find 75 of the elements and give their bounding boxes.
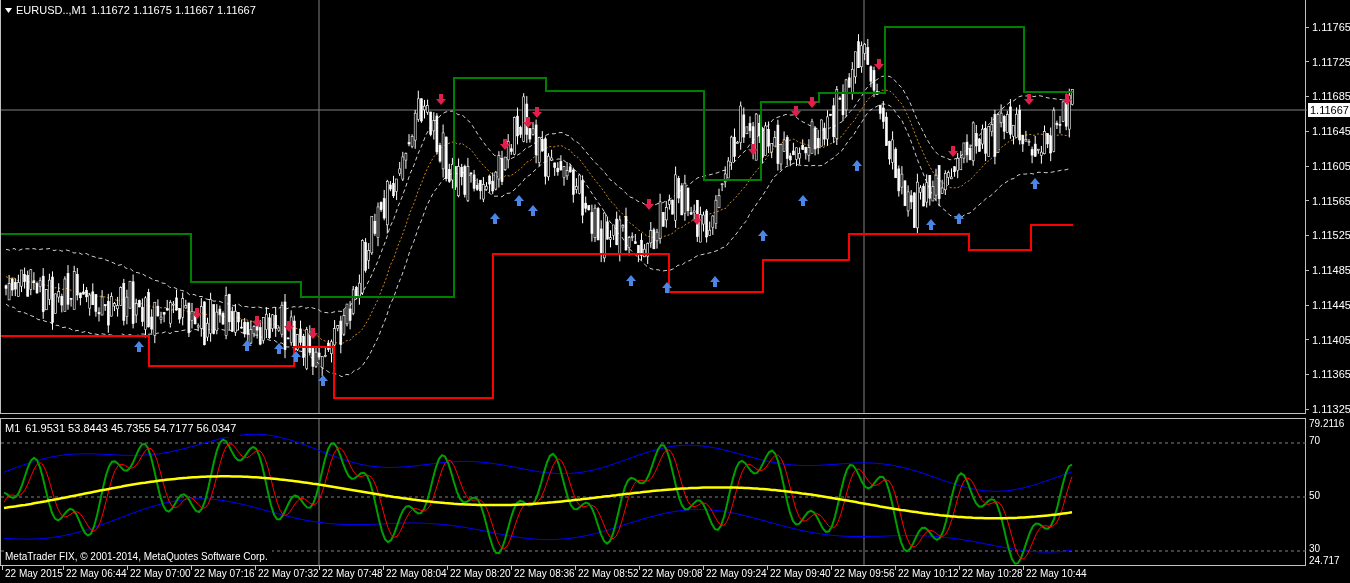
up-arrow-icon: [134, 341, 144, 352]
time-axis-label: 22 May 08:52: [578, 568, 639, 580]
time-axis-label: 22 May 09:24: [706, 568, 767, 580]
price-axis-label: 1.11445: [1312, 297, 1350, 313]
up-arrow-icon: [710, 276, 720, 287]
up-arrow-icon: [274, 343, 284, 354]
indicator-axis-label: 50: [1309, 490, 1321, 502]
time-axis-label: 22 May 10:12: [898, 568, 959, 580]
down-arrow-icon: [252, 316, 262, 327]
down-arrow-icon: [791, 106, 801, 117]
up-arrow-icon: [528, 205, 538, 216]
down-arrow-icon: [500, 139, 510, 150]
copyright-text: MetaTrader FIX, © 2001-2014, MetaQuotes Software Corp.: [5, 549, 272, 564]
time-axis-label: 22 May 08:20: [450, 568, 511, 580]
down-arrow-icon: [1062, 94, 1072, 105]
up-arrow-icon: [1030, 178, 1040, 189]
down-arrow-icon: [284, 321, 294, 332]
time-axis-label: 22 May 09:56: [834, 568, 895, 580]
up-arrow-icon: [318, 375, 328, 386]
time-axis-label: 22 May 10:44: [1026, 568, 1087, 580]
price-axis-label: 1.11525: [1312, 228, 1350, 244]
indicator-axis-label: 79.2116: [1309, 418, 1345, 430]
time-axis-label: 22 May 09:40: [770, 568, 831, 580]
up-arrow-icon: [662, 282, 672, 293]
down-arrow-icon: [948, 146, 958, 157]
price-axis-label: 1.11645: [1312, 124, 1350, 140]
time-axis-label: 22 May 2015: [5, 568, 63, 580]
time-axis-label: 22 May 06:44: [66, 568, 127, 580]
down-arrow-icon: [436, 94, 446, 105]
time-axis-label: 22 May 07:48: [322, 568, 383, 580]
price-axis-label: 1.11405: [1312, 332, 1350, 348]
down-arrow-icon: [874, 59, 884, 70]
time-axis-label: 22 May 07:00: [130, 568, 191, 580]
indicator-axis-label: 24.717: [1309, 555, 1340, 567]
dropdown-triangle-icon[interactable]: [5, 7, 12, 13]
price-axis-label: 1.11765: [1312, 20, 1350, 35]
time-axis-label: 22 May 09:08: [642, 568, 703, 580]
indicator-axis-label: 30: [1309, 543, 1321, 555]
up-arrow-icon: [514, 195, 524, 206]
price-axis-label: 1.11485: [1312, 263, 1350, 279]
symbol-label: EURUSD..,M1: [16, 3, 87, 18]
current-price-label: 1.11667: [1308, 103, 1350, 117]
time-axis-label: 22 May 10:28: [962, 568, 1023, 580]
indicator-label: M1: [5, 421, 21, 436]
price-axis-label: 1.11325: [1312, 402, 1350, 417]
up-arrow-icon: [798, 195, 808, 206]
down-arrow-icon: [192, 308, 202, 319]
up-arrow-icon: [954, 213, 964, 224]
price-axis-label: 1.11725: [1312, 54, 1350, 70]
down-arrow-icon: [523, 117, 533, 128]
time-axis-label: 22 May 08:04: [386, 568, 447, 580]
price-axis-label: 1.11605: [1312, 158, 1350, 174]
up-arrow-icon: [291, 351, 301, 362]
down-arrow-icon: [644, 199, 654, 210]
up-arrow-icon: [852, 160, 862, 171]
down-arrow-icon: [532, 107, 542, 118]
up-arrow-icon: [758, 230, 768, 241]
time-axis-label: 22 May 07:16: [194, 568, 255, 580]
up-arrow-icon: [242, 340, 252, 351]
ohlc-values: 1.11672 1.11675 1.11667 1.11667: [90, 3, 256, 18]
down-arrow-icon: [308, 328, 318, 339]
indicator-values: 61.9531 53.8443 45.7355 54.7177 56.0347: [25, 421, 237, 436]
up-arrow-icon: [926, 219, 936, 230]
up-arrow-icon: [490, 213, 500, 224]
price-axis-label: 1.11685: [1312, 89, 1350, 105]
down-arrow-icon: [807, 97, 817, 108]
time-axis-label: 22 May 08:36: [514, 568, 575, 580]
indicator-axis-label: 70: [1309, 435, 1321, 447]
down-arrow-icon: [748, 144, 758, 155]
price-axis-label: 1.11365: [1312, 367, 1350, 383]
down-arrow-icon: [1024, 94, 1034, 105]
price-axis-label: 1.11565: [1312, 193, 1350, 209]
down-arrow-icon: [692, 214, 702, 225]
time-axis-label: 22 May 07:32: [258, 568, 319, 580]
up-arrow-icon: [626, 275, 636, 286]
